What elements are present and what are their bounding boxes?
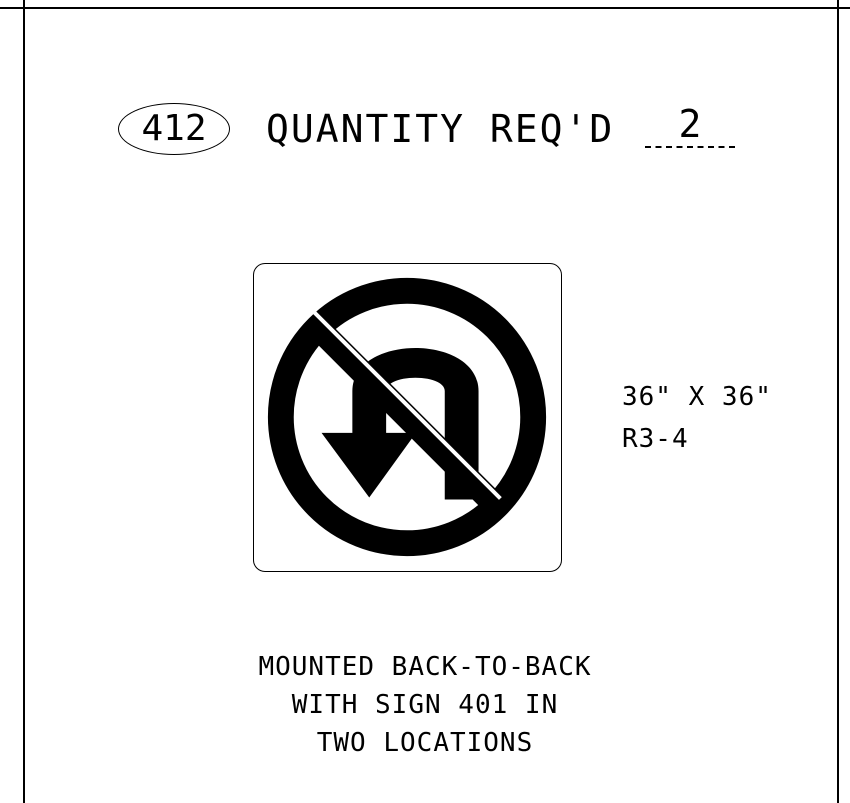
sign-size: 36" X 36" [622,382,772,412]
sign-number: 412 [141,108,207,149]
quantity-underline [645,146,735,148]
note-line: TWO LOCATIONS [316,728,534,758]
no-u-turn-icon [267,277,547,557]
sign-code: R3-4 [622,424,689,454]
sheet-border-right [837,0,839,803]
quantity-value: 2 [678,102,702,146]
mounting-note: MOUNTED BACK-TO-BACK WITH SIGN 401 IN TW… [155,648,695,762]
quantity-label: QUANTITY REQ'D [266,107,615,151]
note-line: WITH SIGN 401 IN [291,690,559,720]
sheet-border-top [0,7,850,9]
sign-panel [253,263,562,572]
sign-number-ellipse: 412 [118,103,230,155]
sheet-border-left [23,0,25,803]
quantity-field: 2 [645,104,735,148]
sign-dimensions: 36" X 36" R3-4 [622,376,772,460]
note-line: MOUNTED BACK-TO-BACK [258,652,592,682]
